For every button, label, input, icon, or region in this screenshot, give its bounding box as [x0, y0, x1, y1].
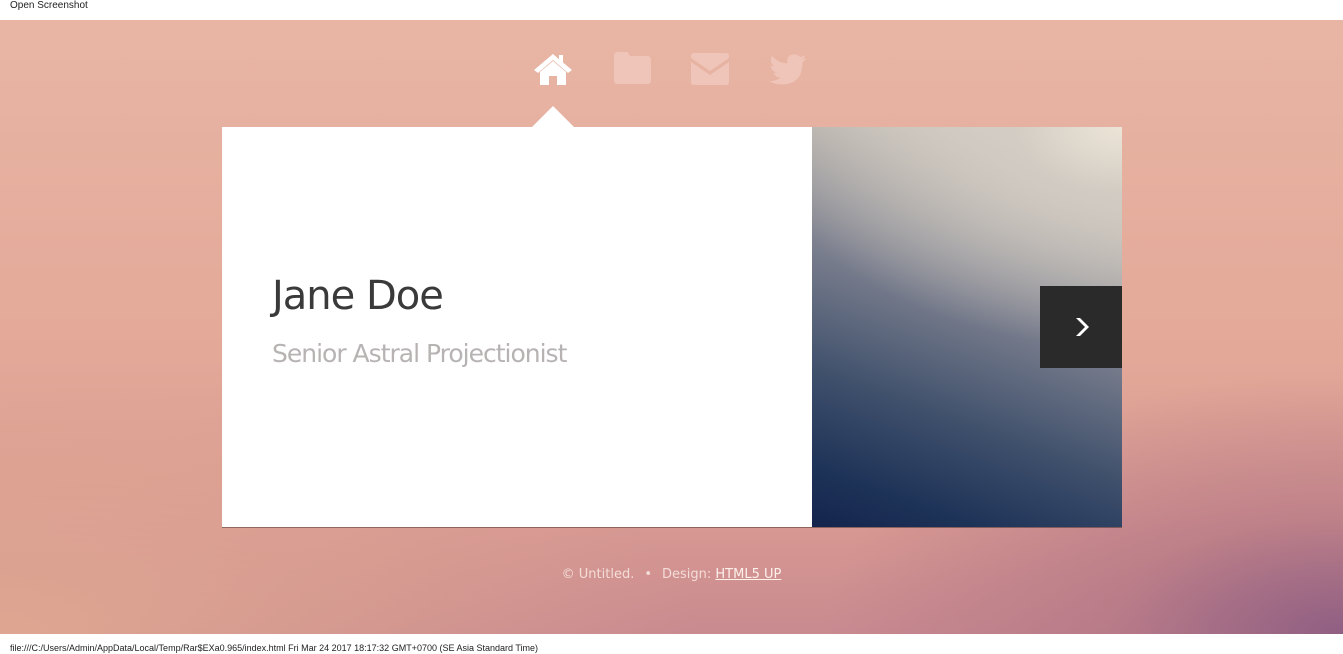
- footer-design-link[interactable]: HTML5 UP: [715, 567, 781, 582]
- footer: © Untitled. • Design: HTML5 UP: [0, 567, 1343, 582]
- home-icon: [534, 54, 572, 85]
- profile-text-panel: Jane Doe Senior Astral Projectionist: [222, 127, 812, 527]
- next-button[interactable]: [1040, 286, 1122, 368]
- open-screenshot-label: Open Screenshot: [10, 0, 88, 11]
- profile-title: Senior Astral Projectionist: [272, 339, 567, 368]
- footer-design-prefix: Design:: [662, 567, 712, 582]
- main-nav: [0, 50, 1343, 90]
- nav-folder-link[interactable]: [611, 50, 653, 90]
- chevron-right-icon: [1076, 318, 1089, 336]
- envelope-icon: [691, 53, 729, 85]
- nav-home-link[interactable]: [532, 50, 574, 90]
- twitter-icon: [769, 54, 807, 85]
- nav-mail-link[interactable]: [689, 50, 731, 90]
- footer-separator: •: [644, 567, 652, 582]
- active-nav-pointer: [531, 106, 575, 128]
- profile-name: Jane Doe: [272, 273, 444, 319]
- folder-icon: [614, 52, 651, 84]
- file-path-status: file:///C:/Users/Admin/AppData/Local/Tem…: [10, 643, 539, 653]
- footer-copyright: © Untitled.: [561, 567, 635, 582]
- window-status-bar: file:///C:/Users/Admin/AppData/Local/Tem…: [0, 634, 1343, 654]
- window-top-bar: Open Screenshot: [0, 0, 1343, 20]
- nav-twitter-link[interactable]: [768, 50, 810, 90]
- profile-card: Jane Doe Senior Astral Projectionist: [222, 127, 1122, 527]
- page-background: Jane Doe Senior Astral Projectionist © U…: [0, 20, 1343, 634]
